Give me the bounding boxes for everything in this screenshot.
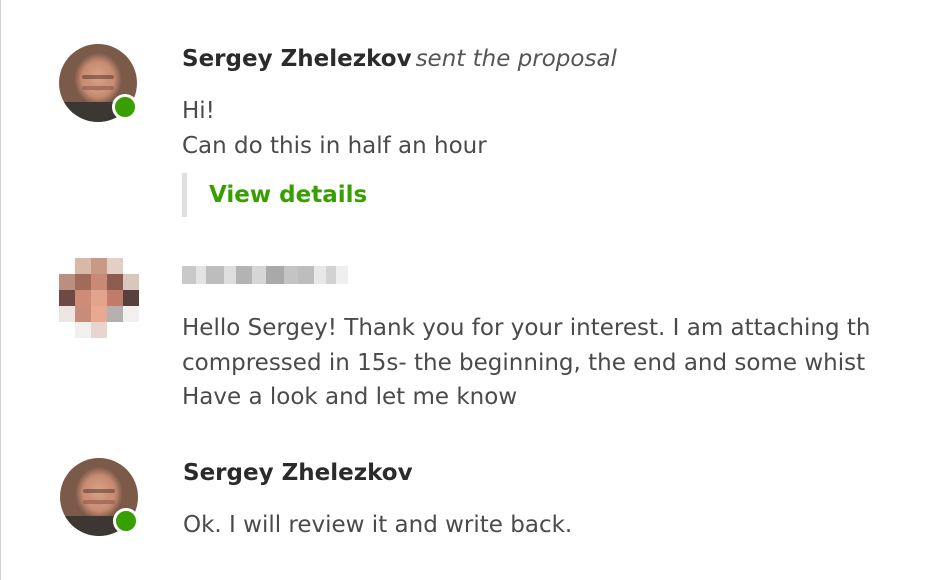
online-status-icon bbox=[112, 94, 138, 120]
message-line: Have a look and let me know bbox=[182, 384, 518, 410]
avatar[interactable] bbox=[59, 44, 138, 122]
sender-action: sent the proposal bbox=[415, 46, 617, 72]
message-sender: Sergey Zhelezkov bbox=[183, 460, 413, 486]
message-line: compressed in 15s- the beginning, the en… bbox=[182, 350, 866, 376]
sender-name[interactable]: Sergey Zhelezkov bbox=[182, 46, 412, 72]
message-line: Can do this in half an hour bbox=[182, 133, 487, 159]
sender-name[interactable]: Sergey Zhelezkov bbox=[183, 460, 413, 486]
message-thread: Sergey Zhelezkov sent the proposal Hi! Ca… bbox=[0, 0, 939, 580]
message-line: Hi! bbox=[182, 98, 215, 124]
online-status-icon bbox=[113, 508, 139, 534]
sender-name-redacted bbox=[182, 266, 348, 284]
avatar-redacted bbox=[59, 258, 139, 338]
avatar[interactable] bbox=[60, 458, 139, 536]
message-line: Ok. I will review it and write back. bbox=[183, 512, 573, 538]
view-details-link[interactable]: View details bbox=[209, 182, 367, 208]
proposal-details-block: View details bbox=[182, 173, 367, 217]
message-sender: Sergey Zhelezkov sent the proposal bbox=[182, 46, 617, 72]
message-line: Hello Sergey! Thank you for your interes… bbox=[182, 315, 871, 341]
